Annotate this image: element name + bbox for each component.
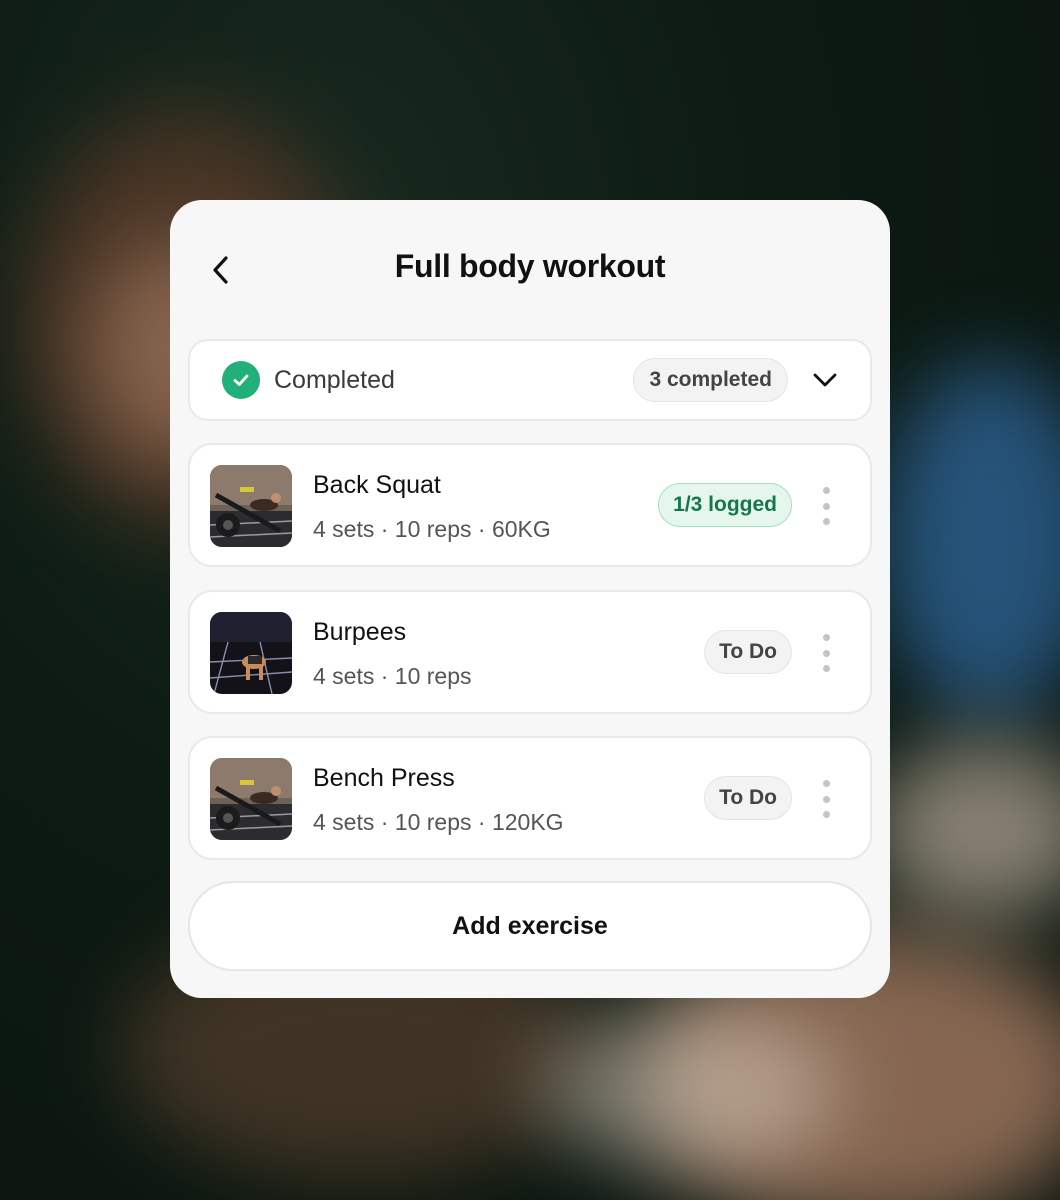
completed-section[interactable]: Completed 3 completed bbox=[188, 339, 872, 421]
completed-label: Completed bbox=[274, 365, 395, 394]
exercise-name: Burpees bbox=[313, 618, 407, 646]
status-badge: To Do bbox=[704, 776, 792, 820]
check-circle-icon bbox=[222, 361, 260, 399]
exercise-thumbnail bbox=[210, 612, 292, 694]
exercise-name: Back Squat bbox=[313, 471, 441, 499]
workout-card: Full body workout Completed 3 completed bbox=[170, 200, 890, 998]
more-options-icon[interactable] bbox=[820, 487, 832, 525]
exercise-item-burpees[interactable]: Burpees 4 sets · 10 reps To Do bbox=[188, 590, 872, 714]
exercise-thumbnail bbox=[210, 465, 292, 547]
exercise-meta: 4 sets · 10 reps bbox=[313, 663, 472, 689]
chevron-down-icon bbox=[813, 373, 837, 387]
more-options-icon[interactable] bbox=[820, 780, 832, 818]
page-title: Full body workout bbox=[394, 248, 666, 284]
status-badge: To Do bbox=[704, 630, 792, 674]
expand-toggle[interactable] bbox=[810, 365, 840, 395]
exercise-item-bench-press[interactable]: Bench Press 4 sets · 10 reps · 120KG To … bbox=[188, 736, 872, 860]
exercise-item-back-squat[interactable]: Back Squat 4 sets · 10 reps · 60KG 1/3 l… bbox=[188, 443, 872, 567]
more-options-icon[interactable] bbox=[820, 634, 832, 672]
exercise-meta: 4 sets · 10 reps · 120KG bbox=[313, 809, 564, 835]
exercise-meta: 4 sets · 10 reps · 60KG bbox=[313, 516, 551, 542]
exercise-name: Bench Press bbox=[313, 764, 455, 792]
add-exercise-button[interactable]: Add exercise bbox=[188, 881, 872, 971]
header: Full body workout bbox=[170, 200, 890, 340]
exercise-thumbnail bbox=[210, 758, 292, 840]
completed-count-badge: 3 completed bbox=[633, 358, 788, 402]
status-badge: 1/3 logged bbox=[658, 483, 792, 527]
